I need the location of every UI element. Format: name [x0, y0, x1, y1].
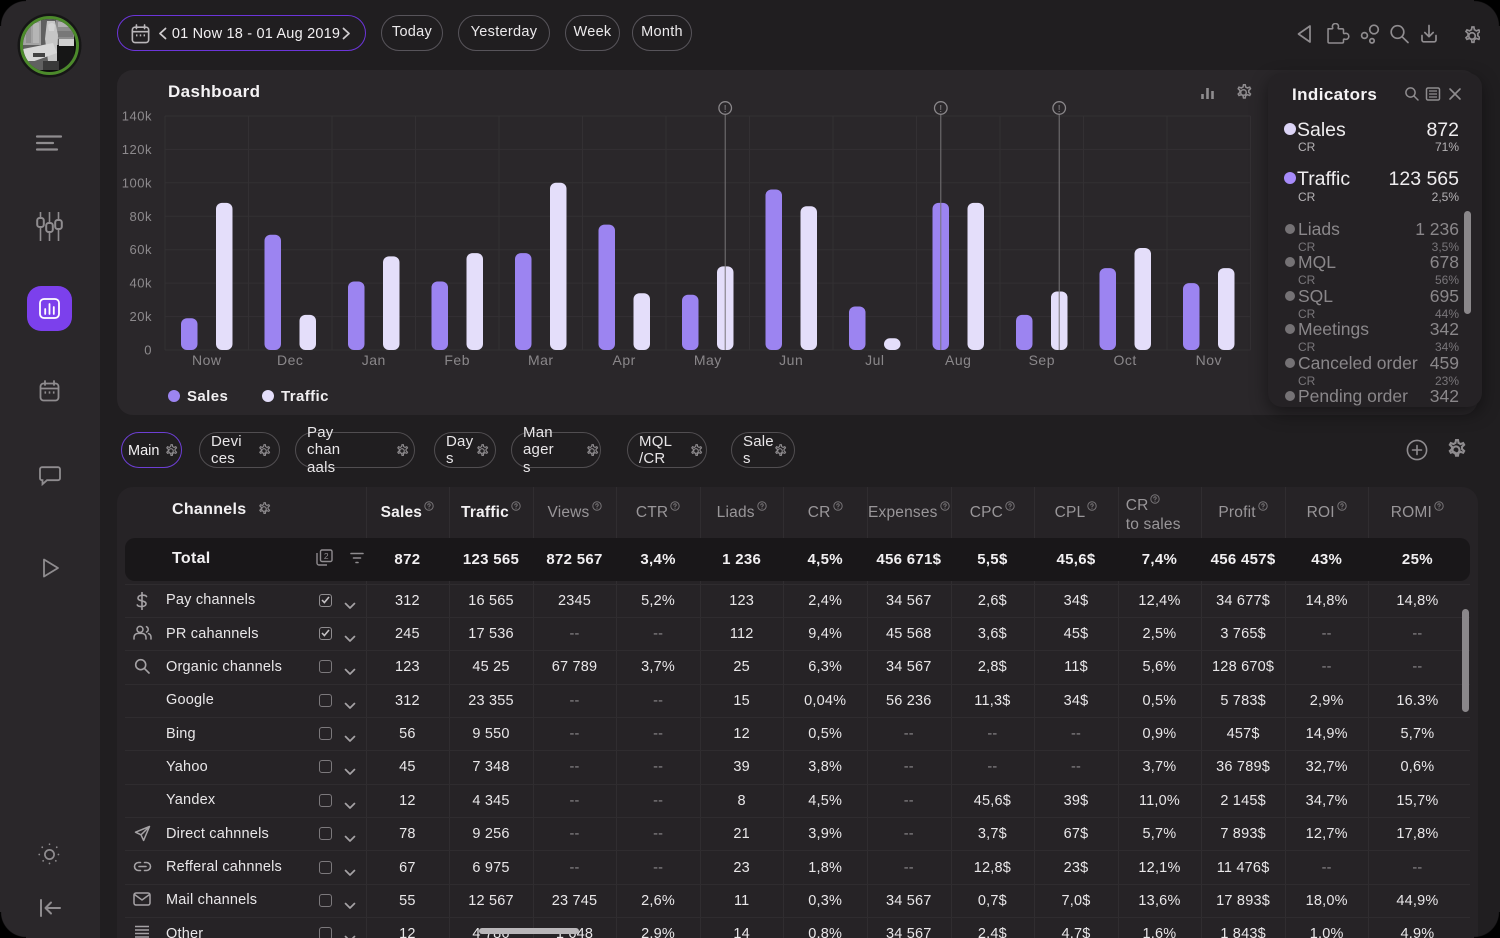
svg-text:Feb: Feb	[444, 352, 470, 368]
svg-text:!: !	[1058, 104, 1061, 115]
svg-text:May: May	[694, 352, 722, 368]
svg-text:Mar: Mar	[528, 352, 554, 368]
svg-text:Apr: Apr	[613, 352, 636, 368]
svg-text:40k: 40k	[130, 276, 152, 291]
svg-text:100k: 100k	[122, 175, 152, 190]
svg-text:Aug: Aug	[945, 352, 971, 368]
svg-text:80k: 80k	[130, 209, 152, 224]
svg-text:Jun: Jun	[779, 352, 803, 368]
svg-text:Oct: Oct	[1114, 352, 1137, 368]
svg-text:Now: Now	[192, 352, 222, 368]
svg-text:120k: 120k	[122, 142, 152, 157]
svg-text:Dec: Dec	[277, 352, 303, 368]
svg-text:Traffic: Traffic	[281, 388, 329, 405]
svg-text:Jan: Jan	[362, 352, 386, 368]
svg-text:20k: 20k	[130, 309, 152, 324]
svg-text:Jul: Jul	[865, 352, 884, 368]
svg-text:140k: 140k	[122, 109, 152, 124]
svg-text:2: 2	[324, 551, 329, 561]
svg-text:!: !	[939, 104, 942, 115]
svg-text:Nov: Nov	[1196, 352, 1222, 368]
svg-text:Sep: Sep	[1029, 352, 1055, 368]
svg-text:60k: 60k	[130, 242, 152, 257]
svg-text:0: 0	[144, 343, 152, 358]
svg-text:Sales: Sales	[187, 388, 228, 405]
svg-text:!: !	[724, 104, 727, 115]
